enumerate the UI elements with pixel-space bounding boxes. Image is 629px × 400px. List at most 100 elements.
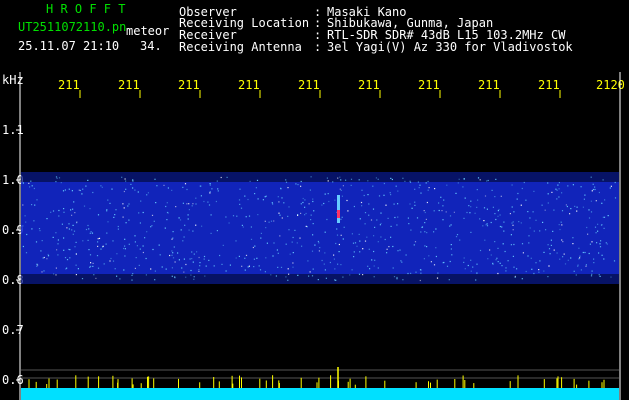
noise-dot bbox=[576, 210, 578, 212]
noise-dot bbox=[173, 246, 175, 248]
noise-dot bbox=[497, 272, 499, 275]
noise-dot bbox=[134, 235, 136, 237]
noise-dot bbox=[589, 243, 591, 245]
noise-dot bbox=[130, 183, 132, 185]
noise-dot bbox=[486, 180, 488, 182]
noise-dot bbox=[362, 274, 364, 276]
noise-dot bbox=[209, 192, 211, 194]
noise-dot bbox=[516, 198, 518, 200]
noise-dot bbox=[232, 215, 235, 217]
noise-dot bbox=[591, 273, 593, 275]
noise-dot bbox=[135, 257, 137, 259]
noise-dot bbox=[463, 257, 465, 259]
noise-dot bbox=[397, 250, 399, 252]
noise-dot bbox=[122, 216, 124, 218]
noise-dot bbox=[448, 279, 450, 281]
noise-dot bbox=[405, 254, 407, 256]
noise-dot bbox=[88, 228, 90, 230]
noise-dot bbox=[273, 242, 275, 244]
noise-dot bbox=[343, 226, 345, 228]
noise-dot bbox=[161, 266, 163, 268]
noise-dot bbox=[88, 249, 90, 251]
noise-dot bbox=[292, 266, 294, 268]
noise-dot bbox=[450, 224, 452, 226]
noise-dot bbox=[89, 232, 91, 234]
noise-dot bbox=[510, 234, 512, 236]
noise-dot bbox=[484, 195, 487, 197]
noise-dot bbox=[511, 206, 513, 208]
noise-band-core bbox=[21, 182, 619, 274]
noise-dot bbox=[142, 211, 144, 214]
noise-dot bbox=[46, 218, 48, 220]
noise-dot bbox=[252, 246, 254, 249]
noise-dot bbox=[238, 255, 240, 257]
noise-dot bbox=[71, 214, 73, 216]
noise-dot bbox=[371, 259, 373, 261]
noise-dot bbox=[367, 265, 369, 267]
noise-dot bbox=[172, 237, 174, 239]
noise-dot bbox=[29, 186, 31, 188]
noise-dot bbox=[520, 222, 522, 224]
noise-dot bbox=[609, 187, 611, 189]
noise-dot bbox=[76, 221, 78, 223]
noise-dot bbox=[346, 199, 348, 202]
noise-dot bbox=[247, 266, 249, 268]
noise-dot bbox=[310, 176, 312, 178]
noise-dot bbox=[240, 207, 243, 209]
noise-dot bbox=[304, 206, 306, 208]
noise-dot bbox=[556, 198, 558, 200]
noise-dot bbox=[390, 236, 392, 238]
noise-dot bbox=[525, 270, 527, 273]
noise-dot bbox=[477, 177, 480, 179]
noise-dot bbox=[107, 199, 109, 201]
noise-dot bbox=[380, 222, 382, 225]
noise-dot bbox=[311, 275, 314, 277]
noise-dot bbox=[340, 189, 342, 191]
noise-dot bbox=[341, 195, 343, 197]
noise-dot bbox=[486, 208, 488, 210]
noise-dot bbox=[397, 190, 399, 192]
noise-dot bbox=[441, 210, 443, 212]
noise-dot bbox=[312, 223, 314, 225]
noise-dot bbox=[66, 259, 69, 261]
noise-dot bbox=[562, 256, 564, 258]
noise-dot bbox=[592, 183, 594, 185]
noise-dot bbox=[327, 180, 329, 182]
noise-dot bbox=[548, 248, 551, 250]
noise-dot bbox=[46, 258, 48, 260]
noise-dot bbox=[216, 180, 218, 182]
noise-dot bbox=[164, 227, 166, 229]
noise-dot bbox=[124, 245, 126, 247]
noise-dot bbox=[300, 180, 302, 183]
noise-dot bbox=[396, 276, 398, 279]
noise-dot bbox=[527, 211, 529, 213]
noise-dot bbox=[207, 201, 209, 203]
noise-dot bbox=[107, 221, 109, 223]
noise-dot bbox=[603, 258, 605, 260]
noise-dot bbox=[392, 267, 394, 269]
noise-dot bbox=[364, 240, 367, 242]
noise-dot bbox=[33, 187, 35, 190]
noise-dot bbox=[485, 224, 487, 226]
noise-dot bbox=[426, 246, 428, 248]
noise-dot bbox=[383, 182, 385, 185]
noise-dot bbox=[289, 253, 291, 255]
noise-dot bbox=[131, 274, 133, 276]
noise-dot bbox=[413, 244, 415, 246]
noise-dot bbox=[144, 237, 146, 239]
noise-dot bbox=[92, 265, 94, 267]
noise-dot bbox=[324, 269, 326, 271]
noise-dot bbox=[539, 230, 541, 232]
noise-dot bbox=[394, 216, 396, 219]
noise-dot bbox=[43, 270, 45, 272]
noise-dot bbox=[68, 223, 70, 225]
noise-dot bbox=[569, 213, 571, 215]
noise-dot bbox=[318, 242, 320, 244]
noise-dot bbox=[576, 206, 578, 208]
noise-dot bbox=[594, 186, 596, 188]
noise-dot bbox=[285, 179, 287, 181]
noise-dot bbox=[433, 264, 436, 266]
noise-dot bbox=[97, 267, 100, 269]
noise-dot bbox=[517, 192, 519, 195]
noise-dot bbox=[479, 249, 482, 252]
